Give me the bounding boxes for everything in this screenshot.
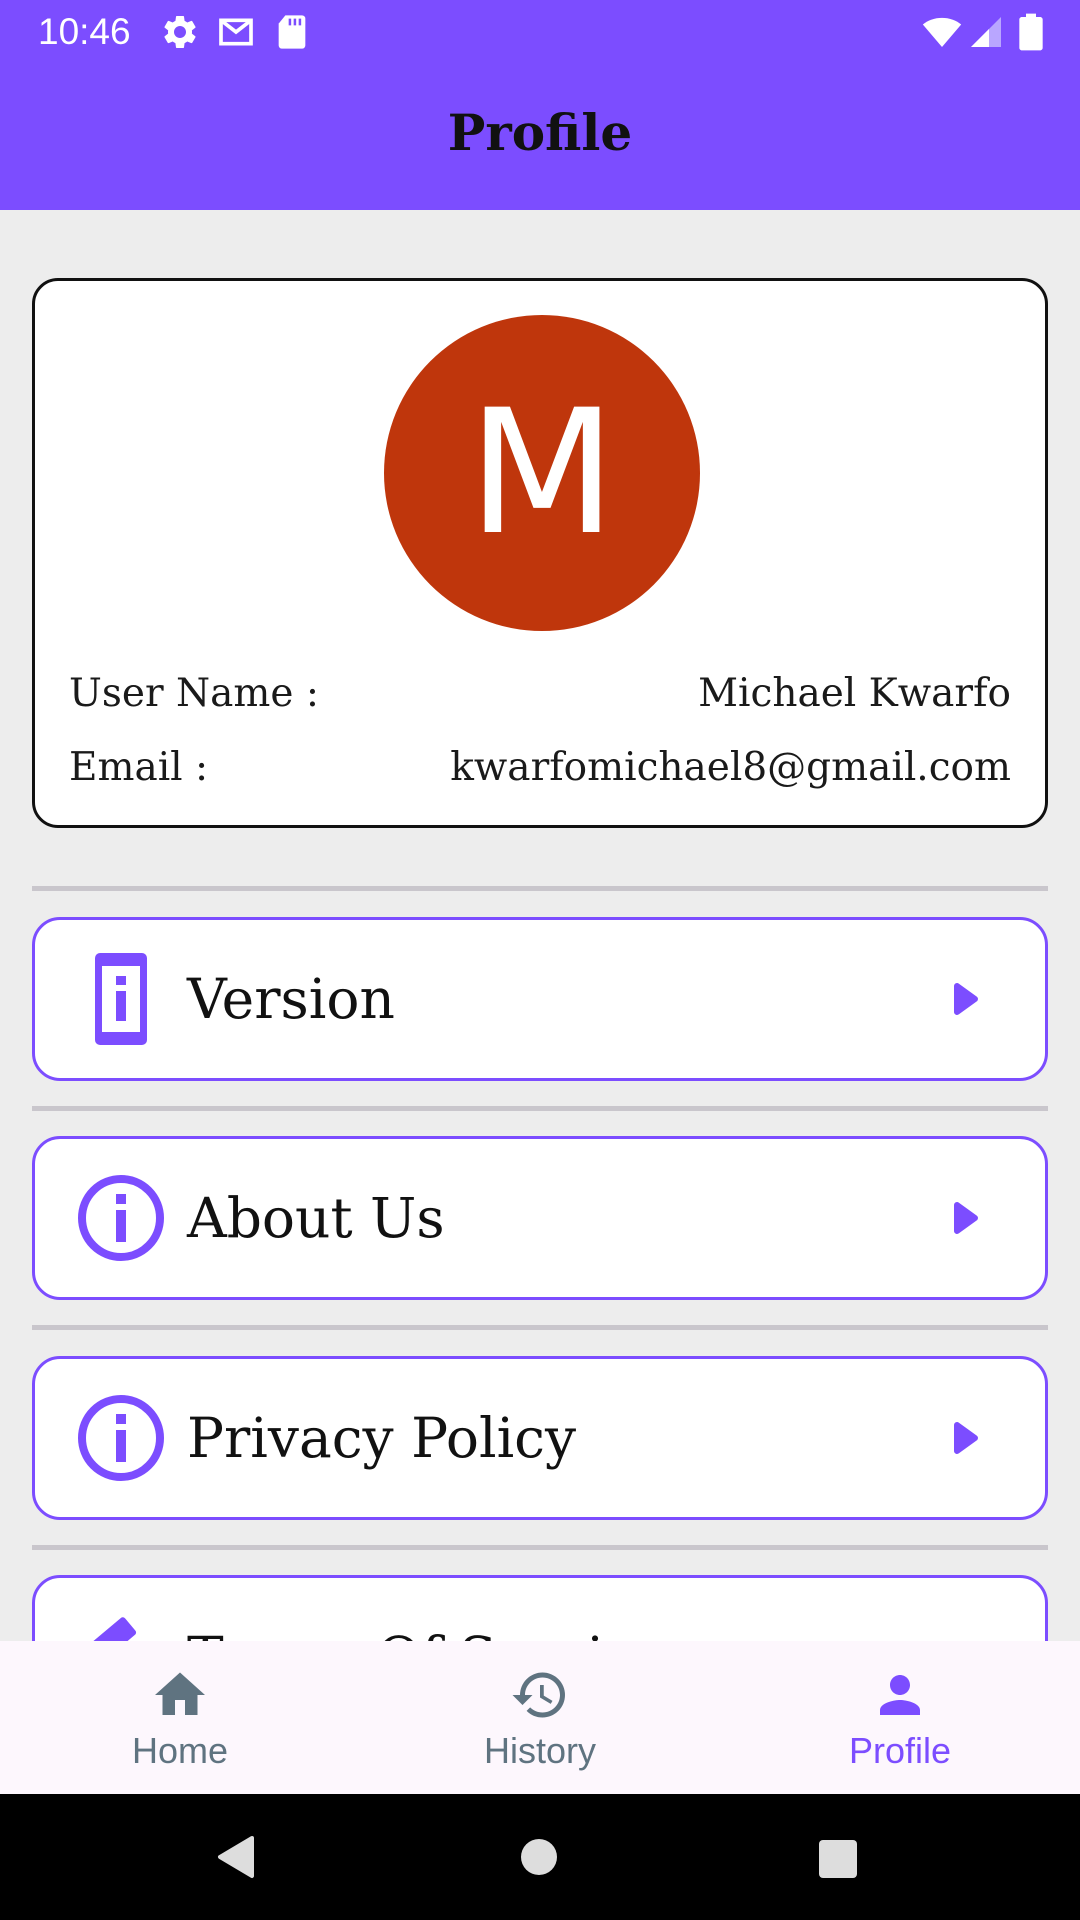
avatar: M (384, 315, 700, 631)
gmail-icon (214, 12, 258, 52)
divider (32, 1545, 1048, 1550)
cell-signal-icon (968, 12, 1012, 52)
username-value: Michael Kwarfo (698, 670, 1011, 716)
profile-card: M User Name : Michael Kwarfo Email : kwa… (32, 278, 1048, 828)
wifi-icon (920, 12, 964, 52)
bottom-navigation: Home History Profile (0, 1641, 1080, 1794)
page-title: Profile (447, 102, 633, 162)
nav-item-profile[interactable]: Profile (720, 1641, 1080, 1794)
info-circle-icon (71, 1168, 171, 1268)
person-icon (870, 1665, 930, 1725)
nav-label-history: History (483, 1730, 596, 1771)
divider (32, 1325, 1048, 1330)
divider (32, 1106, 1048, 1111)
home-circle-icon[interactable] (520, 1838, 558, 1876)
caret-right-icon (947, 1199, 983, 1237)
gear-icon (158, 12, 202, 52)
nav-label-home: Home (131, 1730, 229, 1771)
menu-item-version[interactable]: Version (32, 917, 1048, 1081)
nav-item-home[interactable]: Home (0, 1641, 360, 1794)
email-row: Email : kwarfomichael8@gmail.com (69, 739, 1011, 795)
caret-right-icon (947, 1419, 983, 1457)
app-bar: Profile (0, 64, 1080, 210)
system-navigation-bar (0, 1794, 1080, 1920)
home-icon (150, 1665, 210, 1725)
username-row: User Name : Michael Kwarfo (69, 665, 1011, 721)
caret-right-icon (947, 980, 983, 1018)
back-icon[interactable] (214, 1834, 258, 1880)
menu-label: Version (187, 967, 395, 1031)
menu-item-privacy-policy[interactable]: Privacy Policy (32, 1356, 1048, 1520)
history-icon (510, 1665, 570, 1725)
menu-item-about-us[interactable]: About Us (32, 1136, 1048, 1300)
divider (32, 886, 1048, 891)
email-label: Email : (69, 744, 209, 790)
status-bar: 10:46 (0, 0, 1080, 64)
sd-card-icon (274, 12, 318, 52)
battery-icon (1018, 12, 1062, 52)
status-time: 10:46 (38, 11, 131, 52)
menu-label: About Us (187, 1186, 445, 1250)
menu-label: Privacy Policy (187, 1406, 577, 1470)
nav-label-profile: Profile (848, 1730, 952, 1771)
info-circle-icon (71, 1388, 171, 1488)
recents-icon[interactable] (818, 1839, 858, 1879)
nav-item-history[interactable]: History (360, 1641, 720, 1794)
username-label: User Name : (69, 670, 319, 716)
phone-info-icon (71, 949, 171, 1049)
email-value: kwarfomichael8@gmail.com (450, 744, 1011, 790)
